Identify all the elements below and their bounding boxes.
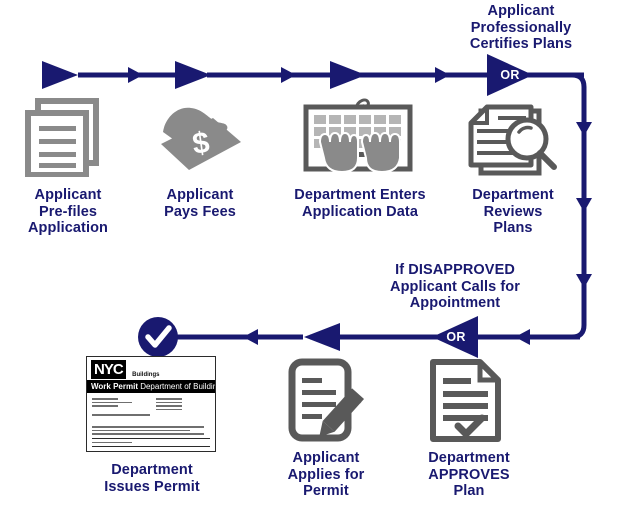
or-badge-top-label: OR [500, 68, 520, 82]
arrow-head-large [175, 61, 211, 89]
step-label-issues-permit: Department Issues Permit [104, 462, 200, 495]
annotation-certify-plans: Applicant Professionally Certifies Plans [469, 3, 573, 52]
document-magnifier-icon [468, 104, 557, 176]
step-label-applies-permit: Applicant Applies for Permit [287, 450, 365, 499]
arrow-head-small [515, 329, 530, 345]
work-permit-document-icon: NYC Buildings Work Permit Department of … [86, 356, 216, 452]
nyc-logo-subtitle: Buildings [132, 372, 160, 378]
step-label-approves-plan: Department APPROVES Plan [428, 450, 510, 499]
or-badge-bottom-label: OR [446, 330, 466, 344]
hand-with-money-icon: $ [161, 107, 241, 170]
bottom-row-arrows [160, 323, 580, 351]
nyc-logo: NYC [91, 360, 126, 379]
permit-fine-print [87, 393, 215, 451]
arrow-head-small [435, 67, 450, 83]
step-label-pay-fees: Applicant Pays Fees [164, 187, 236, 220]
step-label-enters-data: Department Enters Application Data [294, 187, 426, 220]
permit-title-bold: Work Permit [91, 382, 138, 391]
step-label-pre-file: Applicant Pre-files Application [27, 187, 109, 236]
arrow-head-small [128, 67, 143, 83]
permit-title-rest: Department of Buildings [140, 382, 215, 391]
flowchart-canvas: OR OR $ NYC Buildings Work Permit Depart… [0, 0, 626, 507]
approved-check-badge [138, 317, 178, 357]
arrow-head-small [281, 67, 296, 83]
arrow-head-large [330, 61, 366, 89]
arrow-head-small [243, 329, 258, 345]
stacked-documents-icon [25, 98, 99, 177]
permit-logo-row: NYC Buildings [87, 357, 215, 380]
annotation-disapproved: If DISAPPROVED Applicant Calls for Appoi… [390, 262, 520, 311]
arrow-head-small [576, 198, 592, 212]
keyboard-hands-icon [303, 98, 413, 174]
arrow-head-large [42, 61, 78, 89]
arrow-head-small [576, 122, 592, 136]
arrow-head-large [304, 323, 340, 351]
document-pencil-icon [288, 358, 365, 442]
document-checkmark-icon [430, 359, 501, 442]
permit-title-band: Work Permit Department of Buildings [87, 380, 215, 393]
arrow-head-small [576, 274, 592, 288]
step-label-reviews-plans: Department Reviews Plans [472, 187, 554, 236]
